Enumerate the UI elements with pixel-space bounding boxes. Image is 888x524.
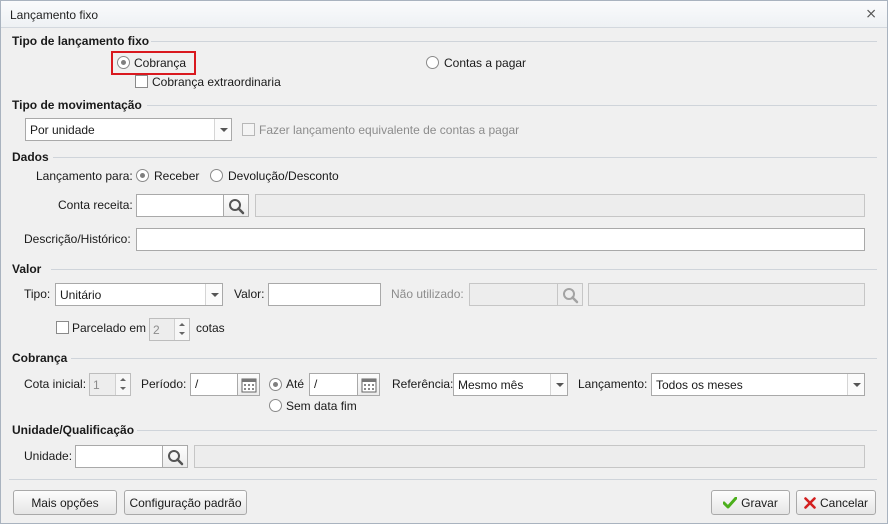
parcelas-stepper: 2	[149, 318, 190, 341]
section-divider	[137, 430, 877, 431]
cobranca-extraordinaria-checkbox[interactable]	[135, 75, 148, 88]
close-icon[interactable]: ⨯	[865, 5, 877, 22]
cobranca-extraordinaria-label: Cobrança extraordinaria	[152, 75, 281, 89]
cota-inicial-stepper: 1	[89, 373, 131, 396]
cobranca-label: Cobrança	[134, 56, 187, 70]
lancamento-select[interactable]: Todos os meses	[651, 373, 865, 396]
title-bar: Lançamento fixo ⨯	[1, 1, 887, 28]
unidade-search-button[interactable]	[163, 445, 188, 468]
valor-label: Valor:	[234, 287, 265, 301]
tipo-label: Tipo:	[24, 287, 51, 301]
parcelado-label: Parcelado em	[72, 321, 147, 335]
section-divider	[53, 157, 877, 158]
descricao-input[interactable]	[136, 228, 865, 251]
check-icon	[723, 497, 738, 509]
nao-utilizado-label: Não utilizado:	[391, 287, 464, 301]
chevron-down-icon[interactable]	[214, 119, 231, 140]
stepper-arrows-icon	[174, 319, 189, 340]
sem-data-fim-radio[interactable]	[269, 399, 282, 412]
calendar-icon	[361, 378, 377, 393]
devolucao-radio[interactable]	[210, 169, 223, 182]
tipo-value: Unitário	[60, 288, 102, 302]
mais-opcoes-button[interactable]: Mais opções	[13, 490, 117, 515]
referencia-label: Referência:	[392, 377, 454, 391]
ate-label: Até	[286, 377, 305, 391]
parcelas-value: 2	[153, 323, 160, 337]
contas-pagar-label: Contas a pagar	[444, 56, 527, 70]
cobranca-radio[interactable]	[117, 56, 130, 69]
unidade-label: Unidade:	[24, 449, 73, 463]
stepper-arrows-icon	[115, 374, 130, 395]
footer-divider	[9, 479, 877, 480]
dialog-window: Lançamento fixo ⨯ Tipo de lançamento fix…	[0, 0, 888, 524]
devolucao-label: Devolução/Desconto	[228, 169, 339, 183]
search-icon	[563, 288, 579, 304]
configuracao-padrao-label: Configuração padrão	[129, 496, 242, 510]
tipo-movimentacao-select[interactable]: Por unidade	[25, 118, 232, 141]
section-title-unidade: Unidade/Qualificação	[12, 423, 135, 437]
ate-input[interactable]: /	[309, 373, 358, 396]
ate-calendar-button[interactable]	[358, 373, 380, 396]
periodo-label: Período:	[141, 377, 187, 391]
search-icon	[229, 199, 245, 215]
conta-receita-description	[255, 194, 865, 217]
receber-label: Receber	[154, 169, 200, 183]
chevron-down-icon[interactable]	[550, 374, 567, 395]
search-icon	[168, 450, 184, 466]
periodo-input[interactable]: /	[190, 373, 238, 396]
cota-inicial-label: Cota inicial:	[24, 377, 87, 391]
chevron-down-icon[interactable]	[205, 284, 222, 305]
cancelar-button[interactable]: Cancelar	[796, 490, 876, 515]
section-divider	[151, 41, 877, 42]
nao-utilizado-search-button	[558, 283, 583, 306]
ate-radio[interactable]	[269, 378, 282, 391]
section-title-tipo-movimentacao: Tipo de movimentação	[12, 98, 142, 112]
section-divider	[71, 358, 877, 359]
cota-inicial-value: 1	[93, 378, 100, 392]
sem-data-fim-label: Sem data fim	[286, 399, 357, 413]
referencia-value: Mesmo mês	[458, 378, 524, 392]
section-title-dados: Dados	[12, 150, 49, 164]
conta-receita-label: Conta receita:	[58, 198, 133, 212]
valor-input[interactable]	[268, 283, 381, 306]
cancelar-label: Cancelar	[819, 496, 869, 510]
parcelado-checkbox[interactable]	[56, 321, 69, 334]
lancamento-para-label: Lançamento para:	[36, 169, 133, 183]
equivalente-checkbox[interactable]	[242, 123, 255, 136]
configuracao-padrao-button[interactable]: Configuração padrão	[124, 490, 247, 515]
descricao-label: Descrição/Histórico:	[24, 232, 131, 246]
receber-radio[interactable]	[136, 169, 149, 182]
unidade-description	[194, 445, 865, 468]
equivalente-label: Fazer lançamento equivalente de contas a…	[259, 123, 520, 137]
mais-opcoes-label: Mais opções	[31, 496, 99, 510]
cotas-label: cotas	[196, 321, 225, 335]
section-divider	[51, 269, 877, 270]
section-title-cobranca: Cobrança	[12, 351, 68, 365]
referencia-select[interactable]: Mesmo mês	[453, 373, 568, 396]
contas-pagar-radio[interactable]	[426, 56, 439, 69]
section-title-tipo-lancamento: Tipo de lançamento fixo	[12, 34, 150, 48]
gravar-label: Gravar	[741, 496, 778, 510]
conta-receita-input[interactable]	[136, 194, 224, 217]
gravar-button[interactable]: Gravar	[711, 490, 790, 515]
tipo-movimentacao-value: Por unidade	[30, 123, 95, 137]
cancel-x-icon	[804, 497, 816, 509]
chevron-down-icon[interactable]	[847, 374, 864, 395]
lancamento-value: Todos os meses	[656, 378, 743, 392]
section-divider	[147, 105, 877, 106]
conta-receita-search-button[interactable]	[224, 194, 249, 217]
nao-utilizado-description	[588, 283, 865, 306]
tipo-select[interactable]: Unitário	[55, 283, 223, 306]
lancamento-label: Lançamento:	[578, 377, 648, 391]
calendar-icon	[241, 378, 257, 393]
window-title: Lançamento fixo	[10, 8, 99, 22]
section-title-valor: Valor	[12, 262, 42, 276]
unidade-input[interactable]	[75, 445, 163, 468]
nao-utilizado-input	[469, 283, 558, 306]
periodo-calendar-button[interactable]	[238, 373, 260, 396]
